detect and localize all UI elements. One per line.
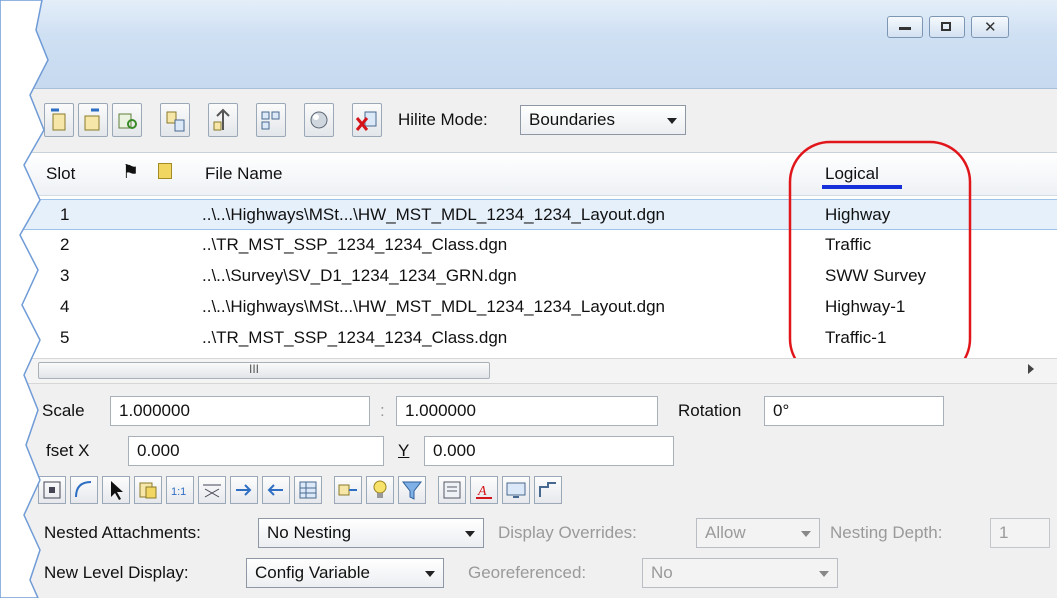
nested-attachments-value: No Nesting xyxy=(267,523,352,542)
chevron-down-icon xyxy=(819,571,829,577)
path-icon[interactable] xyxy=(534,476,562,504)
new-level-display-select[interactable]: Config Variable xyxy=(246,558,444,588)
nested-attachments-label: Nested Attachments: xyxy=(44,523,201,542)
rotation-input[interactable]: 0° xyxy=(764,396,944,426)
scale-input-2[interactable]: 1.000000 xyxy=(396,396,658,426)
props-icon[interactable] xyxy=(438,476,466,504)
georeferenced-select[interactable]: No xyxy=(642,558,838,588)
scale-value-1: 1.000000 xyxy=(119,401,190,420)
georeferenced-label: Georeferenced: xyxy=(468,563,587,582)
nesting-depth-input[interactable]: 1 xyxy=(990,518,1050,548)
link-icon[interactable] xyxy=(334,476,362,504)
offset-y-input[interactable]: 0.000 xyxy=(424,436,674,466)
nested-attachments-select[interactable]: No Nesting xyxy=(258,518,484,548)
bulb-icon[interactable] xyxy=(366,476,394,504)
scale-value-2: 1.000000 xyxy=(405,401,476,420)
select-icon[interactable] xyxy=(102,476,130,504)
table-icon[interactable] xyxy=(294,476,322,504)
scroll-grip-icon: III xyxy=(249,362,260,376)
chevron-down-icon xyxy=(425,571,435,577)
display-overrides-select[interactable]: Allow xyxy=(696,518,820,548)
reference-dialog: ✕ Hilite Mode: Boundaries Slot ⚑ File Na… xyxy=(0,0,1057,598)
scale-input-1[interactable]: 1.000000 xyxy=(110,396,370,426)
offset-x-value: 0.000 xyxy=(137,441,180,460)
georeferenced-value: No xyxy=(651,563,673,582)
scale-icon[interactable]: 1:1 xyxy=(166,476,194,504)
offset-x-input[interactable]: 0.000 xyxy=(128,436,384,466)
horizontal-scrollbar[interactable]: III xyxy=(0,358,1057,384)
rotation-value: 0° xyxy=(773,401,790,420)
display-overrides-label: Display Overrides: xyxy=(498,523,637,542)
offset-y-value: 0.000 xyxy=(433,441,476,460)
nesting-depth-value: 1 xyxy=(999,523,1009,542)
scroll-thumb[interactable]: III xyxy=(38,362,490,379)
text-color-icon[interactable]: A xyxy=(470,476,498,504)
offset-y-label: Y xyxy=(398,441,410,460)
annotation-circle xyxy=(788,140,972,381)
monitor-icon[interactable] xyxy=(502,476,530,504)
arrow-icon[interactable] xyxy=(262,476,290,504)
filter-icon[interactable] xyxy=(398,476,426,504)
new-level-display-label: New Level Display: xyxy=(44,563,189,582)
svg-text:A: A xyxy=(477,484,487,499)
copy-icon[interactable] xyxy=(134,476,162,504)
torn-edge-decoration xyxy=(0,0,49,598)
new-level-display-value: Config Variable xyxy=(255,563,370,582)
clip-icon[interactable] xyxy=(70,476,98,504)
scale-separator: : xyxy=(380,401,385,420)
rotation-label: Rotation xyxy=(678,401,742,420)
move-icon[interactable] xyxy=(230,476,258,504)
chevron-down-icon xyxy=(801,531,811,537)
chevron-down-icon xyxy=(465,531,475,537)
scroll-right-icon[interactable] xyxy=(1028,364,1034,374)
display-overrides-value: Allow xyxy=(705,523,746,542)
svg-text:1:1: 1:1 xyxy=(171,486,186,498)
frame-icon[interactable] xyxy=(198,476,226,504)
nesting-depth-label: Nesting Depth: xyxy=(830,523,943,542)
